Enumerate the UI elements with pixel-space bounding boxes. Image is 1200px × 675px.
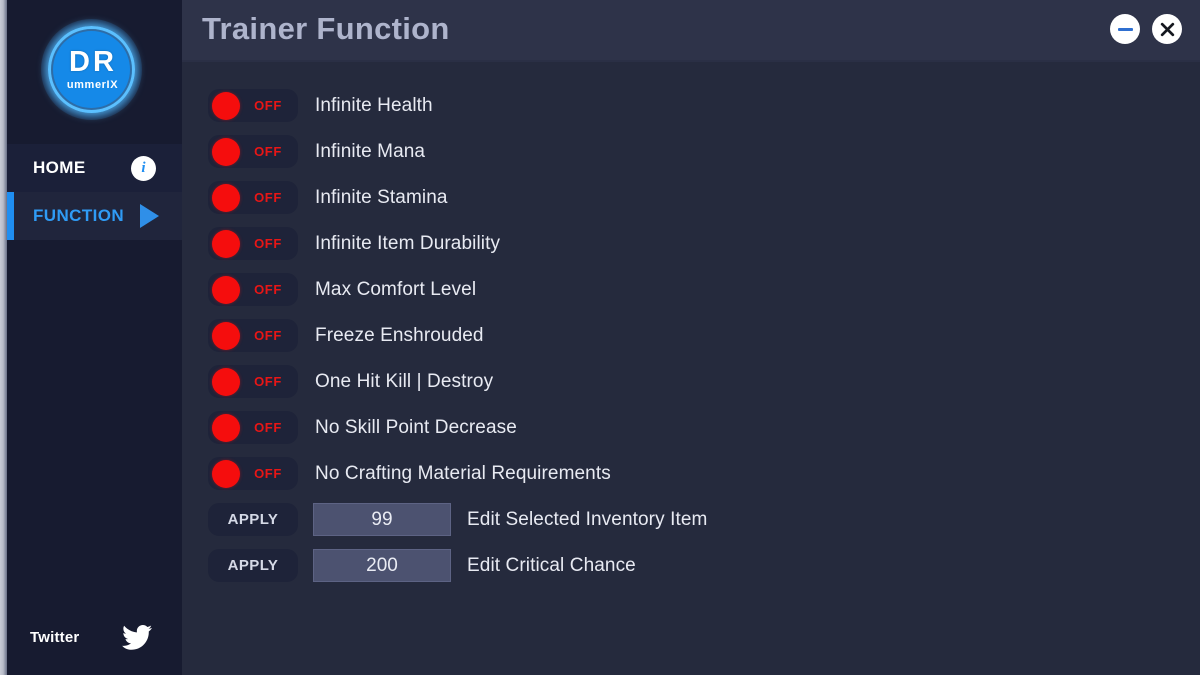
toggle-state-label: OFF (254, 328, 282, 343)
function-label: Infinite Stamina (315, 186, 448, 208)
function-label: One Hit Kill | Destroy (315, 370, 494, 392)
function-row: OFF Infinite Health (208, 88, 1200, 123)
toggle-one-hit-kill-destroy[interactable]: OFF (208, 365, 298, 398)
toggle-state-label: OFF (254, 98, 282, 113)
toggle-state-label: OFF (254, 190, 282, 205)
window-controls (1110, 14, 1182, 44)
function-row: OFF Infinite Stamina (208, 180, 1200, 215)
main-panel: Trainer Function OFF Infinite Health OFF… (182, 0, 1200, 675)
toggle-knob (212, 459, 240, 488)
toggle-knob (212, 413, 240, 442)
value-input-inventory-item[interactable]: 99 (313, 503, 451, 536)
function-label: Infinite Health (315, 94, 433, 116)
toggle-state-label: OFF (254, 282, 282, 297)
function-label: Edit Critical Chance (467, 554, 636, 576)
function-row: OFF Freeze Enshrouded (208, 318, 1200, 353)
logo-main-text: DR (69, 46, 117, 78)
window-left-edge (0, 0, 7, 675)
function-row: OFF One Hit Kill | Destroy (208, 364, 1200, 399)
function-label: Infinite Item Durability (315, 232, 501, 254)
toggle-no-skill-point-decrease[interactable]: OFF (208, 411, 298, 444)
titlebar: Trainer Function (182, 0, 1200, 62)
logo-sub-text: ummerIX (66, 79, 119, 91)
toggle-knob (212, 321, 240, 350)
function-label: No Crafting Material Requirements (315, 462, 611, 484)
function-row: APPLY 99 Edit Selected Inventory Item (208, 502, 1200, 537)
toggle-no-crafting-material-requirements[interactable]: OFF (208, 457, 298, 490)
function-label: Max Comfort Level (315, 278, 477, 300)
sidebar-item-function[interactable]: FUNCTION (0, 192, 182, 240)
function-label: Infinite Mana (315, 140, 426, 162)
function-label: Freeze Enshrouded (315, 324, 484, 346)
twitter-icon[interactable] (122, 624, 152, 650)
toggle-max-comfort-level[interactable]: OFF (208, 273, 298, 306)
play-icon (140, 204, 159, 228)
close-button[interactable] (1152, 14, 1182, 44)
toggle-freeze-enshrouded[interactable]: OFF (208, 319, 298, 352)
twitter-link[interactable]: Twitter (0, 617, 182, 657)
function-row: APPLY 200 Edit Critical Chance (208, 548, 1200, 583)
sidebar-item-home-label: HOME (33, 158, 86, 177)
toggle-infinite-health[interactable]: OFF (208, 89, 298, 122)
logo-disc: DR ummerIX (53, 31, 130, 108)
app-logo: DR ummerIX (41, 19, 142, 120)
function-label: No Skill Point Decrease (315, 416, 517, 438)
function-row: OFF Infinite Item Durability (208, 226, 1200, 261)
toggle-state-label: OFF (254, 420, 282, 435)
toggle-infinite-item-durability[interactable]: OFF (208, 227, 298, 260)
sidebar: DR ummerIX HOME i FUNCTION Twitter (0, 0, 182, 675)
sidebar-item-home[interactable]: HOME i (0, 144, 182, 192)
page-title: Trainer Function (202, 11, 450, 46)
toggle-infinite-mana[interactable]: OFF (208, 135, 298, 168)
function-row: OFF Infinite Mana (208, 134, 1200, 169)
toggle-infinite-stamina[interactable]: OFF (208, 181, 298, 214)
toggle-knob (212, 183, 240, 212)
toggle-state-label: OFF (254, 466, 282, 481)
function-label: Edit Selected Inventory Item (467, 508, 708, 530)
toggle-knob (212, 91, 240, 120)
info-icon[interactable]: i (131, 155, 156, 181)
function-row: OFF No Skill Point Decrease (208, 410, 1200, 445)
sidebar-item-function-label: FUNCTION (33, 206, 125, 225)
value-input-critical-chance[interactable]: 200 (313, 549, 451, 582)
apply-button-inventory-item[interactable]: APPLY (208, 503, 298, 536)
toggle-knob (212, 229, 240, 258)
toggle-knob (212, 275, 240, 304)
minimize-button[interactable] (1110, 14, 1140, 44)
sidebar-nav: HOME i FUNCTION (0, 144, 182, 240)
function-row: OFF Max Comfort Level (208, 272, 1200, 307)
toggle-state-label: OFF (254, 144, 282, 159)
toggle-knob (212, 367, 240, 396)
function-row: OFF No Crafting Material Requirements (208, 456, 1200, 491)
apply-button-critical-chance[interactable]: APPLY (208, 549, 298, 582)
twitter-label: Twitter (30, 628, 80, 646)
minimize-icon (1117, 27, 1133, 31)
toggle-knob (212, 137, 240, 166)
trainer-window: DR ummerIX HOME i FUNCTION Twitter Train… (0, 0, 1200, 675)
toggle-state-label: OFF (254, 236, 282, 251)
function-list: OFF Infinite Health OFF Infinite Mana OF… (182, 62, 1200, 583)
toggle-state-label: OFF (254, 374, 282, 389)
close-icon (1160, 22, 1174, 36)
